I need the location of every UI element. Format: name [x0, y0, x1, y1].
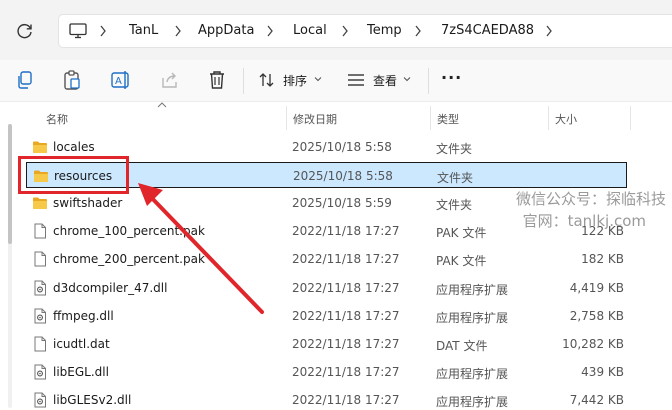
- file-type: PAK 文件: [436, 226, 487, 241]
- toolbar-divider: [243, 68, 244, 94]
- file-date-modified: 2025/10/18 5:59: [292, 196, 392, 211]
- delete-icon[interactable]: [205, 69, 229, 91]
- chevron-right-icon[interactable]: [341, 24, 349, 38]
- breadcrumb-appdata[interactable]: AppData: [198, 23, 254, 38]
- vertical-scrollbar[interactable]: [8, 124, 12, 408]
- file-size: 7,442 KB: [569, 392, 624, 407]
- file-date-modified: 2022/11/18 17:27: [292, 336, 400, 351]
- sort-ascending-icon: [157, 102, 167, 108]
- column-divider[interactable]: [286, 106, 287, 130]
- chevron-right-icon[interactable]: [266, 24, 274, 38]
- file-date-modified: 2022/11/18 17:27: [292, 224, 400, 239]
- column-type[interactable]: 类型: [437, 111, 459, 127]
- watermark: 微信公众号：探临科技 官网：tanlkj.com: [516, 188, 666, 232]
- file-size: 4,419 KB: [569, 280, 624, 295]
- file-type: 文件夹: [436, 198, 473, 213]
- file-date-modified: 2022/11/18 17:27: [292, 252, 400, 267]
- scrollbar-thumb[interactable]: [8, 124, 12, 244]
- folder-icon: [32, 139, 48, 155]
- paste-icon[interactable]: [60, 69, 84, 91]
- file-date-modified: 2022/11/18 17:27: [292, 364, 400, 379]
- file-type: 应用程序扩展: [436, 366, 509, 381]
- file-name: icudtl.dat: [53, 336, 110, 351]
- svg-text:A: A: [115, 76, 122, 87]
- file-date-modified: 2025/10/18 5:58: [292, 140, 392, 154]
- watermark-line-1: 微信公众号：探临科技: [515, 190, 666, 208]
- file-name: swiftshader: [53, 196, 123, 211]
- file-name: chrome_200_percent.pak: [53, 252, 205, 267]
- chevron-right-icon[interactable]: [174, 24, 182, 38]
- toolbar-divider: [428, 68, 429, 94]
- file-size: 439 KB: [581, 364, 624, 379]
- file-date-modified: 2025/10/18 5:58: [293, 169, 393, 184]
- chevron-down-icon: [403, 77, 411, 82]
- file-date-modified: 2022/11/18 17:27: [292, 392, 400, 407]
- file-name: locales: [53, 140, 95, 154]
- file-name: libEGL.dll: [53, 364, 109, 379]
- chevron-right-icon[interactable]: [545, 24, 553, 38]
- file-type: PAK 文件: [436, 254, 487, 269]
- file-name: d3dcompiler_47.dll: [53, 280, 168, 295]
- breadcrumb-local[interactable]: Local: [293, 23, 327, 38]
- view-button[interactable]: 查看: [345, 64, 415, 96]
- file-size: 182 KB: [581, 252, 624, 267]
- dll-icon: [32, 364, 48, 380]
- file-type: 应用程序扩展: [436, 282, 509, 297]
- file-type: 应用程序扩展: [436, 394, 509, 409]
- chevron-down-icon: [314, 77, 322, 82]
- view-label: 查看: [373, 74, 398, 88]
- folder-icon: [32, 195, 48, 211]
- column-name[interactable]: 名称: [46, 111, 68, 127]
- sort-button[interactable]: 排序: [256, 64, 326, 96]
- sort-label: 排序: [283, 74, 308, 88]
- dll-icon: [32, 392, 48, 408]
- file-name: ffmpeg.dll: [53, 308, 114, 323]
- breadcrumb-temp[interactable]: Temp: [367, 23, 402, 38]
- this-pc-icon[interactable]: [69, 23, 87, 39]
- column-size[interactable]: 大小: [555, 111, 577, 127]
- file-icon: [32, 336, 48, 352]
- file-size: 2,758 KB: [569, 308, 624, 323]
- column-header: 名称 修改日期 类型 大小: [0, 102, 672, 130]
- file-row[interactable]: icudtl.dat 2022/11/18 17:27 DAT 文件 10,282 K…: [26, 331, 627, 357]
- rename-icon[interactable]: A: [109, 69, 133, 91]
- dll-icon: [32, 308, 48, 324]
- command-toolbar: A 排序 查看 ···: [0, 60, 672, 102]
- share-icon[interactable]: [158, 69, 182, 91]
- column-divider[interactable]: [630, 106, 631, 130]
- file-type: 应用程序扩展: [436, 310, 509, 325]
- file-date-modified: 2022/11/18 17:27: [292, 308, 400, 323]
- sort-icon: [259, 73, 274, 87]
- file-type: DAT 文件: [436, 338, 488, 353]
- file-row[interactable]: ffmpeg.dll 2022/11/18 17:27 应用程序扩展 2,758 KB: [26, 303, 627, 329]
- annotation-highlight-box: [18, 156, 129, 194]
- file-size: 10,282 KB: [562, 336, 624, 351]
- file-row[interactable]: libEGL.dll 2022/11/18 17:27 应用程序扩展 439 KB: [26, 359, 627, 385]
- file-row[interactable]: libGLESv2.dll 2022/11/18 17:27 应用程序扩展 7,442…: [26, 387, 627, 410]
- view-icon: [348, 74, 364, 86]
- file-icon: [32, 251, 48, 267]
- breadcrumb-tanl[interactable]: TanL: [129, 23, 158, 38]
- file-name: chrome_100_percent.pak: [53, 224, 205, 239]
- file-date-modified: 2022/11/18 17:27: [292, 280, 400, 295]
- column-date-modified[interactable]: 修改日期: [293, 111, 337, 127]
- address-bar[interactable]: TanL AppData Local Temp 7zS4CAEDA88: [58, 14, 672, 48]
- file-row[interactable]: chrome_200_percent.pak 2022/11/18 17:27 PA…: [26, 246, 627, 272]
- file-icon: [32, 223, 48, 239]
- file-name: libGLESv2.dll: [53, 392, 132, 407]
- copy-icon[interactable]: [13, 69, 37, 91]
- dll-icon: [32, 280, 48, 296]
- address-bar-row: TanL AppData Local Temp 7zS4CAEDA88: [0, 0, 672, 60]
- column-divider[interactable]: [548, 106, 549, 130]
- file-row[interactable]: d3dcompiler_47.dll 2022/11/18 17:27 应用程序扩展…: [26, 275, 627, 301]
- file-type: 文件夹: [437, 171, 474, 186]
- chevron-right-icon[interactable]: [99, 24, 107, 38]
- more-options-button[interactable]: ···: [441, 68, 462, 87]
- chevron-right-icon[interactable]: [414, 24, 422, 38]
- watermark-line-2: 官网：tanlkj.com: [522, 212, 646, 230]
- column-divider[interactable]: [430, 106, 431, 130]
- refresh-icon[interactable]: [14, 20, 36, 42]
- file-type: 文件夹: [436, 142, 473, 156]
- breadcrumb-current-folder[interactable]: 7zS4CAEDA88: [441, 23, 534, 38]
